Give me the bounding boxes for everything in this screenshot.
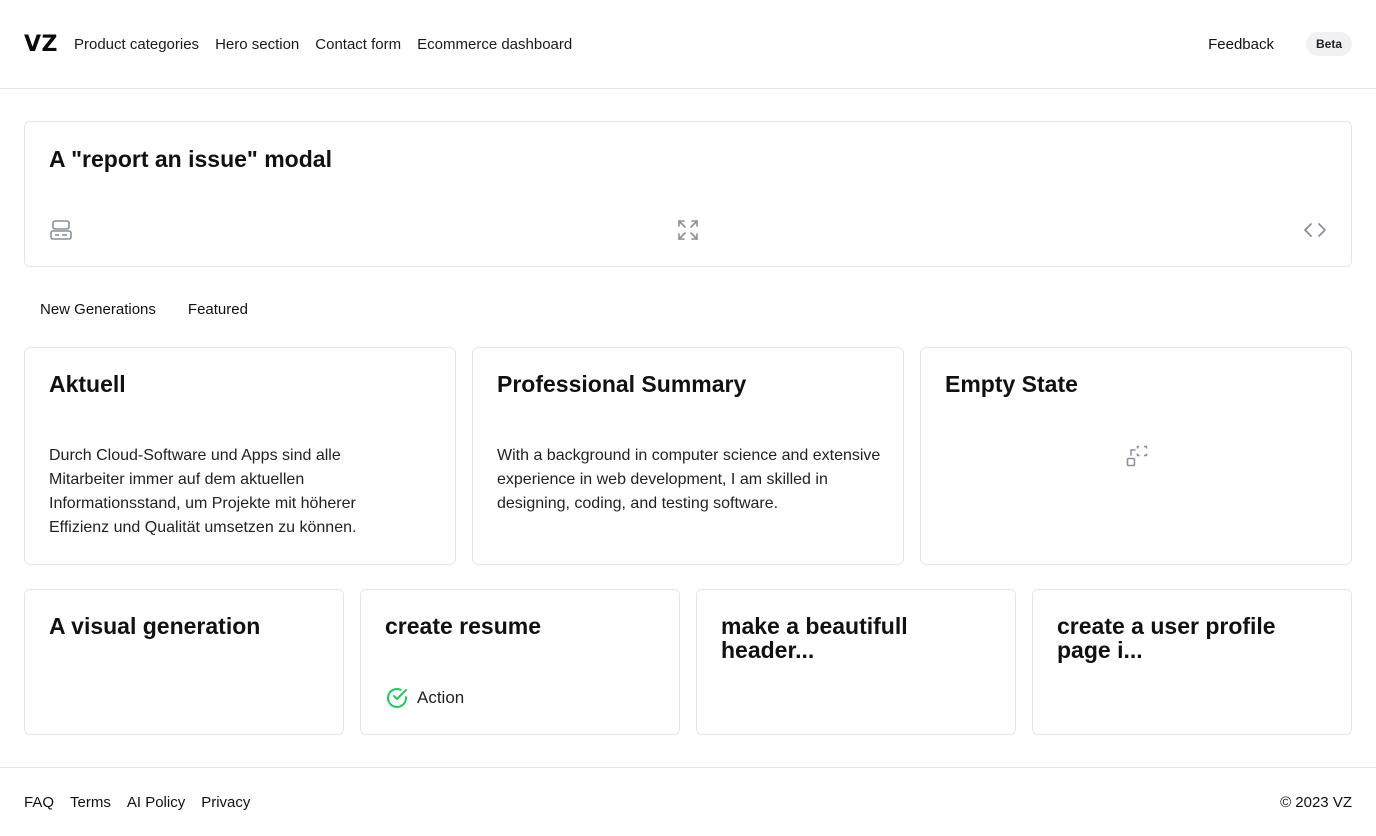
layout-icon[interactable] bbox=[49, 218, 73, 242]
generation-card-create-resume[interactable]: create resume Action bbox=[360, 589, 680, 735]
generation-card-professional-summary[interactable]: Professional Summary With a background i… bbox=[472, 347, 904, 565]
logo[interactable]: VZ bbox=[24, 32, 58, 57]
tab-featured[interactable]: Featured bbox=[188, 301, 248, 318]
expand-icon[interactable] bbox=[676, 218, 700, 242]
feedback-button[interactable]: Feedback bbox=[1208, 36, 1274, 53]
beta-badge: Beta bbox=[1305, 32, 1352, 56]
card-body: Durch Cloud-Software und Apps sind alle … bbox=[49, 447, 357, 536]
nav-product-categories[interactable]: Product categories bbox=[74, 36, 199, 53]
footer-links: FAQ Terms AI Policy Privacy bbox=[24, 794, 250, 811]
main-nav: Product categories Hero section Contact … bbox=[74, 36, 572, 53]
footer: FAQ Terms AI Policy Privacy © 2023 VZ bbox=[0, 767, 1376, 836]
card-title: create resume bbox=[385, 613, 541, 639]
top-navbar: VZ Product categories Hero section Conta… bbox=[0, 0, 1376, 89]
generation-card-beautiful-header[interactable]: make a beautifull header... bbox=[696, 589, 1016, 735]
code-icon[interactable] bbox=[1303, 218, 1327, 242]
card-title: Aktuell bbox=[49, 371, 126, 397]
nav-ecommerce-dashboard[interactable]: Ecommerce dashboard bbox=[417, 36, 572, 53]
action-label: Action bbox=[417, 688, 465, 707]
generation-card-user-profile[interactable]: create a user profile page i... bbox=[1032, 589, 1352, 735]
action-status: Action bbox=[385, 686, 464, 710]
nav-hero-section[interactable]: Hero section bbox=[215, 36, 299, 53]
featured-prompt-title: A "report an issue" modal bbox=[49, 146, 332, 172]
footer-link-faq[interactable]: FAQ bbox=[24, 794, 54, 811]
generation-card-empty-state[interactable]: Empty State bbox=[920, 347, 1352, 565]
card-title: create a user profile page i... bbox=[1057, 613, 1276, 663]
card-title: A visual generation bbox=[49, 613, 261, 639]
empty-state-icon bbox=[1125, 444, 1149, 468]
check-circle-icon bbox=[385, 686, 409, 710]
card-title: make a beautifull header... bbox=[721, 613, 908, 663]
header-right: Feedback Beta bbox=[1208, 32, 1352, 56]
featured-prompt-card[interactable]: A "report an issue" modal bbox=[24, 121, 1352, 267]
footer-link-terms[interactable]: Terms bbox=[70, 794, 111, 811]
generation-tabs: New Generations Featured bbox=[40, 301, 248, 318]
card-title: Professional Summary bbox=[497, 371, 747, 397]
card-title: Empty State bbox=[945, 371, 1078, 397]
card-body: With a background in computer science an… bbox=[497, 447, 881, 512]
generation-card-aktuell[interactable]: Aktuell Durch Cloud-Software und Apps si… bbox=[24, 347, 456, 565]
copyright: © 2023 VZ bbox=[1280, 794, 1352, 811]
generation-card-visual-generation[interactable]: A visual generation bbox=[24, 589, 344, 735]
tab-new-generations[interactable]: New Generations bbox=[40, 301, 156, 318]
footer-link-ai-policy[interactable]: AI Policy bbox=[127, 794, 185, 811]
nav-contact-form[interactable]: Contact form bbox=[315, 36, 401, 53]
footer-link-privacy[interactable]: Privacy bbox=[201, 794, 250, 811]
